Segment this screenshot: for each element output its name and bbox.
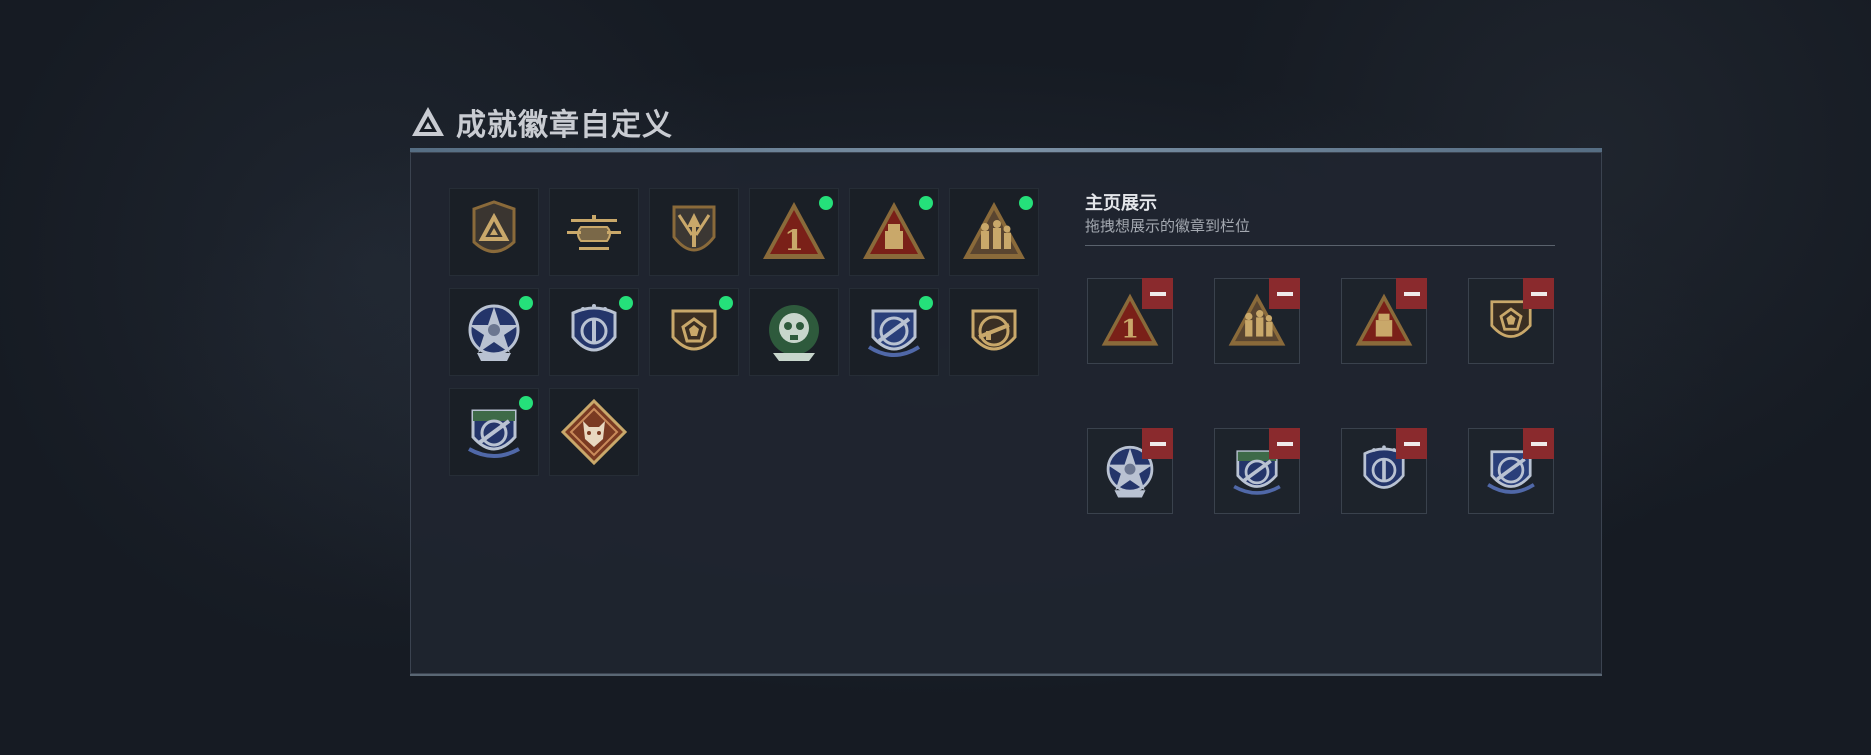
badge-slot[interactable] [649,288,739,376]
display-slot[interactable] [1468,428,1554,514]
minus-icon [1403,291,1420,296]
svg-text:1: 1 [784,224,803,257]
selected-indicator-dot [716,293,736,313]
selected-indicator-dot [916,193,936,213]
arrow-shield-badge-icon [672,205,716,252]
display-slot[interactable] [1341,428,1427,514]
minus-icon [1276,291,1293,296]
rifle-shield-badge-icon [971,309,1017,351]
badge-slot[interactable] [549,388,639,476]
badge-slot[interactable] [649,188,739,276]
triangle-emblem-badge-icon [472,200,516,253]
display-slot[interactable]: 1 [1087,278,1173,364]
display-subtitle: 拖拽想展示的徽章到栏位 [1085,217,1251,235]
minus-icon [1530,441,1547,446]
badge-slot[interactable] [749,288,839,376]
badge-slot[interactable] [549,288,639,376]
remove-badge-button[interactable] [1396,428,1427,459]
badge-slot[interactable] [949,188,1039,276]
display-slot[interactable] [1214,428,1300,514]
page-header: 成就徽章自定义 [410,100,673,144]
minus-icon [1403,441,1420,446]
display-title: 主页展示 [1085,193,1157,214]
display-divider [1085,245,1555,246]
badge-slot[interactable] [849,288,939,376]
selected-indicator-dot [916,293,936,313]
svg-text:1: 1 [1121,314,1139,344]
selected-indicator-dot [516,293,536,313]
display-slot[interactable] [1214,278,1300,364]
wolf-diamond-badge-icon [560,398,628,466]
page-title: 成就徽章自定义 [456,108,673,143]
badge-slot[interactable]: 1 [749,188,839,276]
selected-indicator-dot [816,193,836,213]
remove-badge-button[interactable] [1523,428,1554,459]
remove-badge-button[interactable] [1142,278,1173,309]
remove-badge-button[interactable] [1269,278,1300,309]
display-slot[interactable] [1087,428,1173,514]
remove-badge-button[interactable] [1523,278,1554,309]
badge-slot[interactable] [449,288,539,376]
badge-slot[interactable] [549,188,639,276]
badge-slot[interactable] [849,188,939,276]
minus-icon [1530,291,1547,296]
triangle-emblem-icon [412,107,444,136]
display-slot[interactable] [1468,278,1554,364]
minus-icon [1149,441,1166,446]
remove-badge-button[interactable] [1396,278,1427,309]
minus-icon [1149,291,1166,296]
selected-indicator-dot [516,393,536,413]
badge-slot[interactable] [949,288,1039,376]
badge-slot[interactable] [449,388,539,476]
minus-icon [1276,441,1293,446]
remove-badge-button[interactable] [1142,428,1173,459]
green-skull-badge-icon [769,305,819,361]
helicopter-badge-icon [567,215,621,250]
panel-bottom-line [410,674,1602,676]
badge-slot[interactable] [449,188,539,276]
selected-indicator-dot [616,293,636,313]
remove-badge-button[interactable] [1269,428,1300,459]
display-slot[interactable] [1341,278,1427,364]
selected-indicator-dot [1016,193,1036,213]
